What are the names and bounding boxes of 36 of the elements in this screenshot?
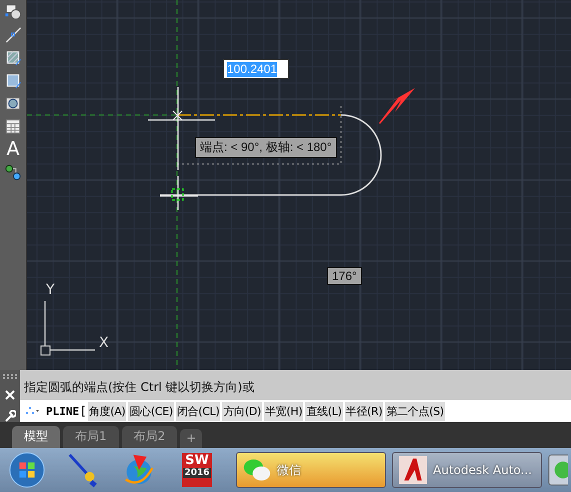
shapes-icon[interactable] [3,2,23,21]
nodes-icon[interactable] [3,163,23,182]
command-option[interactable]: 半宽(H) [264,402,304,420]
command-option[interactable]: 角度(A) [88,402,126,420]
chat-icon [243,457,271,483]
command-option[interactable]: 闭合(CL) [176,402,220,420]
start-button[interactable] [8,451,46,489]
app-icon[interactable] [548,452,568,488]
arrow-icon [379,88,415,124]
command-name: PLINE [46,404,80,418]
layout-tab[interactable]: 布局1 [63,426,119,448]
command-option[interactable]: 半径(R) [344,402,384,420]
wrench-icon[interactable] [4,410,16,422]
axis-label: Y [46,283,55,297]
command-input-field[interactable]: PLINE [ 角度(A) 圆心(CE) 闭合(CL) 方向(D) 半宽(H) 直线(L) 半径(R) 第二个点(S) [20,400,571,422]
grip-icon[interactable] [2,374,18,380]
app-icon [399,456,427,484]
layout-tab[interactable]: 模型 [12,426,60,448]
command-option[interactable]: 第二个点(S) [385,402,445,420]
close-icon[interactable] [4,389,16,401]
command-option[interactable]: 圆心(CE) [128,402,174,420]
command-option[interactable]: 方向(D) [222,402,262,420]
app-logo[interactable]: SW 2016 [182,453,212,487]
angle-tooltip: 176° [327,267,362,285]
line-icon[interactable] [3,25,23,44]
layout-tab[interactable]: 布局2 [122,426,178,448]
tracking-tooltip: 端点: < 90°, 极轴: < 180° [195,137,337,158]
add-tab-button[interactable]: + [180,429,202,448]
ucs-icon [40,300,96,356]
command-option[interactable]: 直线(L) [305,402,343,420]
table-icon[interactable] [3,117,23,136]
text-tool-icon[interactable]: A [6,140,20,159]
recent-commands-icon[interactable] [24,405,40,417]
command-history: 指定圆弧的端点(按住 Ctrl 键以切换方向)或 [23,379,256,396]
bracket: [ [81,404,86,418]
axis-label: X [99,336,109,350]
